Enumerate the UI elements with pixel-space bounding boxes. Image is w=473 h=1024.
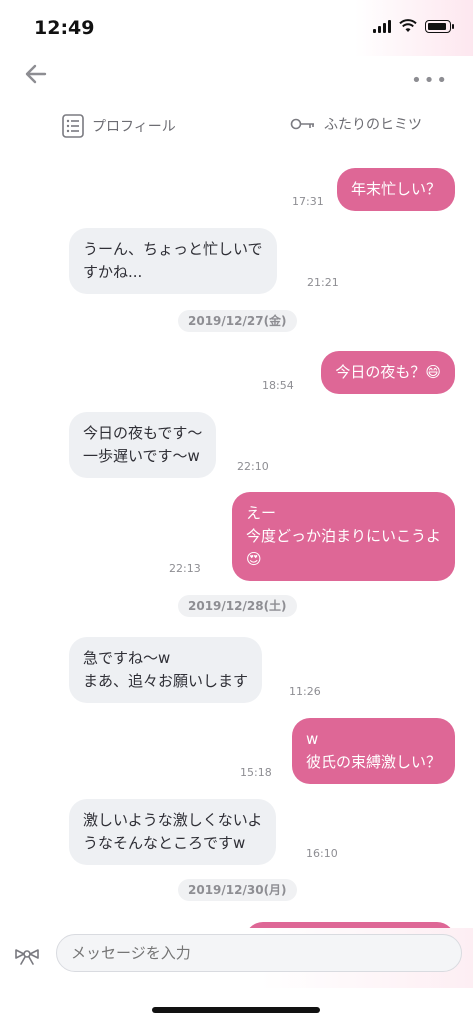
status-time: 12:49 <box>34 17 95 39</box>
home-indicator <box>152 1007 320 1013</box>
tab-secret[interactable]: ふたりのヒミツ <box>290 114 422 134</box>
message-time: 15:18 <box>240 766 272 779</box>
status-icons <box>373 19 454 33</box>
more-options-button[interactable]: ••• <box>411 70 449 91</box>
message-bubble-outgoing[interactable]: 今日の夜も？😄 <box>321 351 455 394</box>
message-bubble-incoming[interactable]: 激しいような激しくないよ うなそんなところですw <box>69 799 277 865</box>
navigation-bar: ••• <box>0 56 473 102</box>
message-composer <box>0 928 473 988</box>
message-time: 11:26 <box>289 685 321 698</box>
date-separator: 2019/12/27(金) <box>178 310 297 332</box>
gift-ribbon-icon[interactable] <box>12 944 42 968</box>
header-tabs: プロフィール ふたりのヒミツ <box>0 108 473 144</box>
message-bubble-outgoing[interactable]: えー 今度どっか泊まりにいこうよ 😍 <box>231 492 455 581</box>
status-bar: 12:49 <box>0 0 473 56</box>
back-arrow-icon[interactable] <box>22 60 50 88</box>
message-list[interactable]: 年末忙しい？ 17:31 うーん、ちょっと忙しいで すかね... 21:21 2… <box>0 150 473 928</box>
message-bubble-outgoing[interactable]: 年末忙しい？ <box>336 168 455 211</box>
battery-icon <box>425 19 454 33</box>
wifi-icon <box>399 19 417 32</box>
date-separator: 2019/12/30(月) <box>178 879 297 901</box>
message-time: 21:21 <box>307 276 339 289</box>
key-icon <box>290 118 314 130</box>
message-time: 18:54 <box>262 379 294 392</box>
message-time: 22:10 <box>237 460 269 473</box>
message-time: 17:31 <box>292 195 324 208</box>
message-bubble-outgoing[interactable]: w 彼氏の束縛激しい？ <box>291 718 455 784</box>
message-bubble-incoming[interactable]: 今日の夜もです〜 一歩遅いです〜w <box>69 412 217 478</box>
message-time: 16:10 <box>306 847 338 860</box>
message-bubble-incoming[interactable]: 急ですね〜w まあ、追々お願いします <box>69 637 263 703</box>
tab-profile[interactable]: プロフィール <box>62 114 176 138</box>
message-time: 22:13 <box>169 562 201 575</box>
message-input[interactable] <box>56 934 462 972</box>
date-separator: 2019/12/28(土) <box>178 595 297 617</box>
signal-icon <box>373 19 391 33</box>
tab-profile-label: プロフィール <box>92 119 176 135</box>
profile-list-icon <box>62 114 84 138</box>
tab-secret-label: ふたりのヒミツ <box>324 117 422 133</box>
message-bubble-incoming[interactable]: うーん、ちょっと忙しいで すかね... <box>69 228 277 294</box>
